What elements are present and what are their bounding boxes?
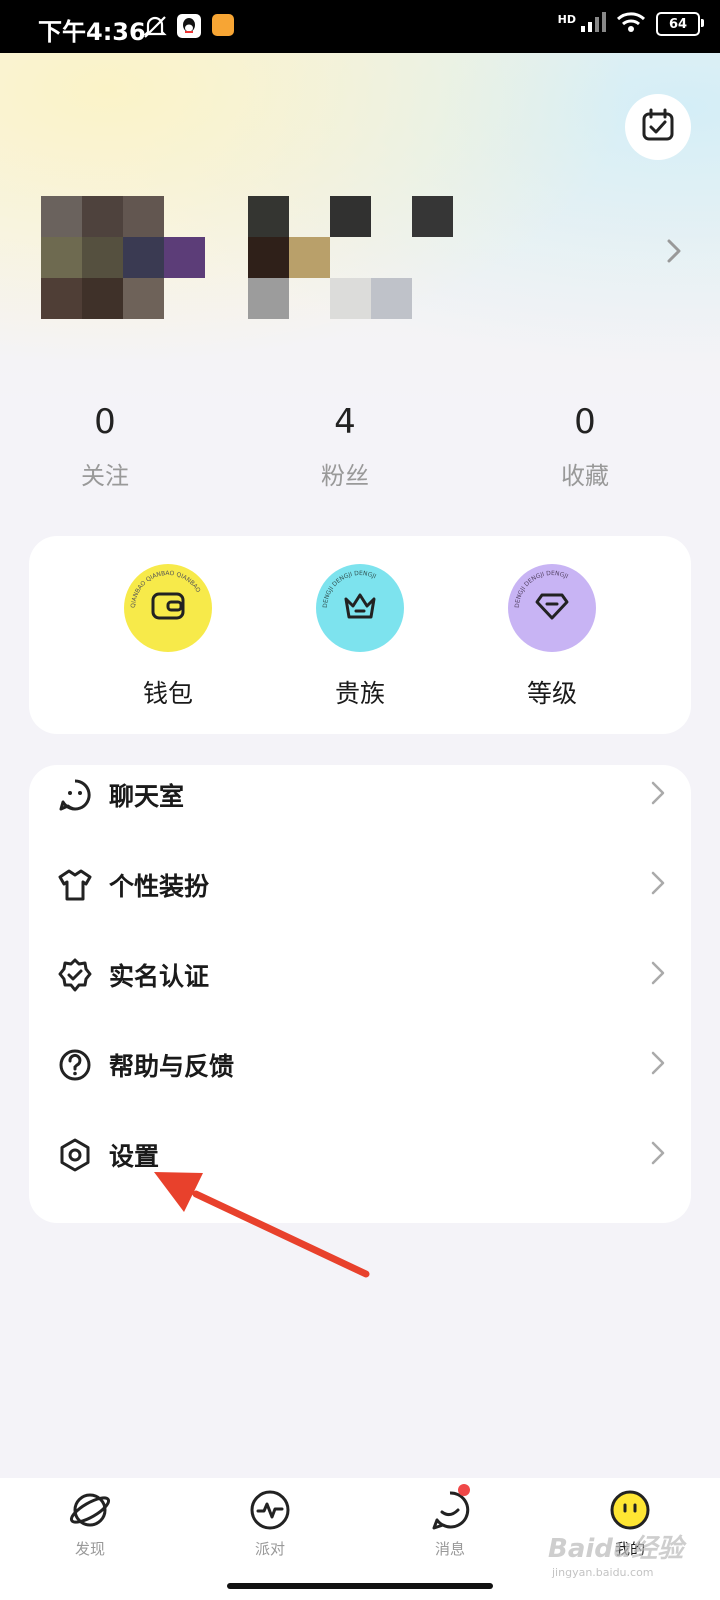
- smiley-icon: [608, 1488, 652, 1532]
- home-indicator[interactable]: [227, 1583, 493, 1589]
- baidu-watermark: Baidu经验: [548, 1534, 684, 1564]
- nav-label: 发现: [74, 1540, 105, 1558]
- message-icon: [428, 1484, 472, 1532]
- nav-label: 消息: [434, 1540, 465, 1558]
- nav-messages[interactable]: 消息: [390, 1484, 510, 1559]
- nav-discover[interactable]: 发现: [30, 1488, 150, 1559]
- nav-label: 派对: [254, 1540, 285, 1558]
- red-arrow-annotation: [154, 1172, 370, 1278]
- planet-icon: [68, 1488, 112, 1532]
- party-pulse-icon: [248, 1488, 292, 1532]
- unread-dot: [458, 1484, 470, 1496]
- nav-party[interactable]: 派对: [210, 1488, 330, 1559]
- baidu-watermark-url: jingyan.baidu.com: [552, 1566, 654, 1579]
